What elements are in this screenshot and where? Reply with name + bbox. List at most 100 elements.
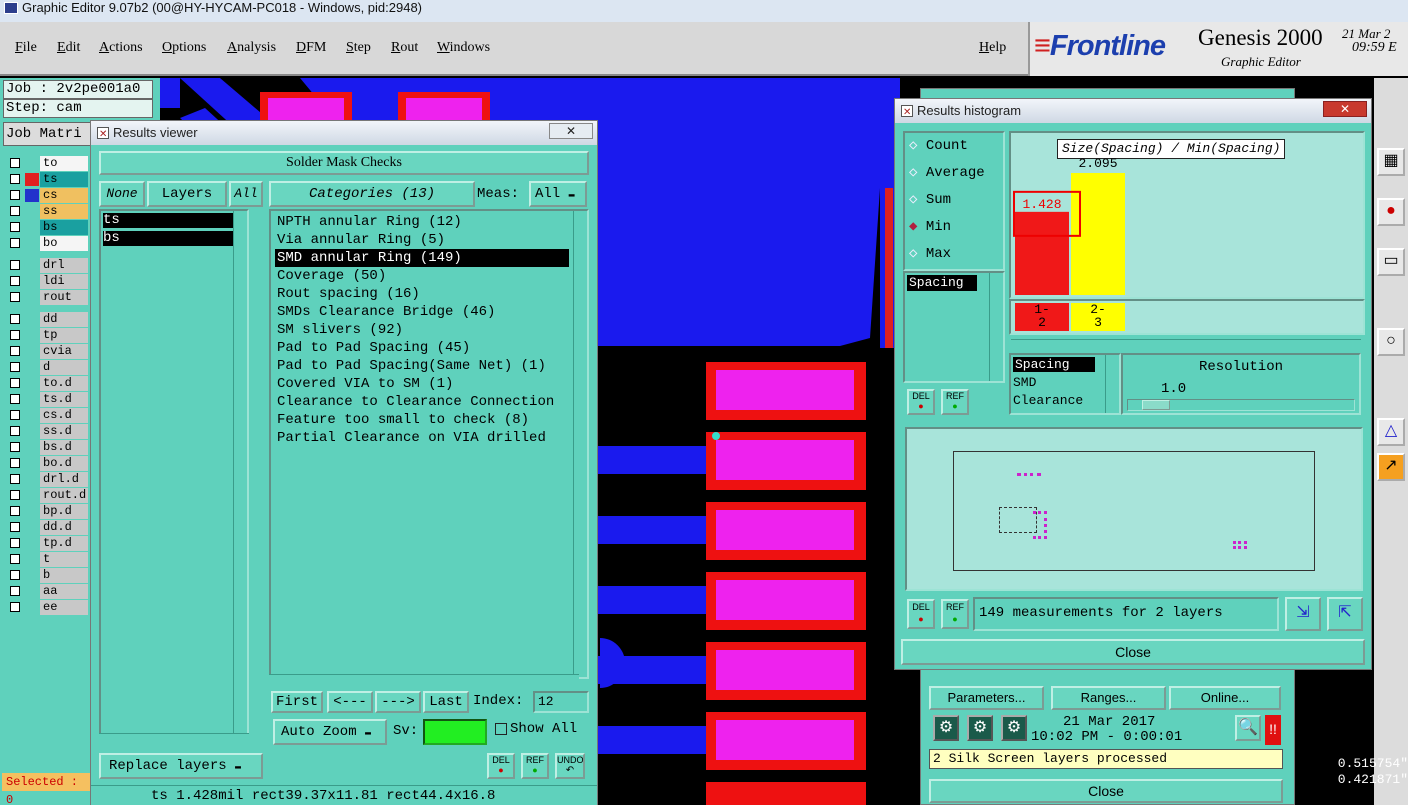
layer-name[interactable]: dd.d	[40, 520, 88, 535]
layer-row-drl[interactable]: drl	[8, 258, 88, 273]
layer-color-swatch[interactable]	[25, 505, 39, 518]
zoom-icon[interactable]: 🔍	[1235, 715, 1261, 741]
all-button[interactable]: All	[229, 181, 263, 207]
prev-button[interactable]: <---	[327, 691, 373, 713]
layer-color-swatch[interactable]	[25, 601, 39, 614]
layer-color-swatch[interactable]	[25, 473, 39, 486]
layer-name[interactable]: aa	[40, 584, 88, 599]
categories-list[interactable]: NPTH annular Ring (12) Via annular Ring (…	[269, 209, 589, 679]
layer-name[interactable]: tp	[40, 328, 88, 343]
menu-analysis[interactable]: Analysis	[227, 40, 276, 56]
layer-name[interactable]: ee	[40, 600, 88, 615]
layer-color-swatch[interactable]	[25, 377, 39, 390]
layer-name[interactable]: to.d	[40, 376, 88, 391]
type-item[interactable]: SMD	[1013, 375, 1036, 390]
layer-checkbox[interactable]	[10, 174, 20, 184]
layer-checkbox[interactable]	[10, 586, 20, 596]
tool-icon[interactable]: ↗	[1377, 453, 1405, 481]
viewer-layer-item[interactable]: bs	[103, 231, 243, 246]
next-button[interactable]: --->	[375, 691, 421, 713]
export-icon[interactable]: ⇲	[1285, 597, 1321, 631]
layer-row-bs[interactable]: bs	[8, 220, 88, 235]
layer-color-swatch[interactable]	[25, 585, 39, 598]
replace-layers-dropdown[interactable]: Replace layers ▬	[99, 753, 263, 779]
layer-checkbox[interactable]	[10, 330, 20, 340]
categories-button[interactable]: Categories (13)	[269, 181, 475, 207]
preview-del-button[interactable]: DEL ●	[907, 599, 935, 629]
type-item[interactable]: Clearance	[1013, 393, 1083, 408]
layer-row-drl-d[interactable]: drl.d	[8, 472, 88, 487]
layer-row-to[interactable]: to	[8, 156, 88, 171]
preview-ref-button[interactable]: REF ●	[941, 599, 969, 629]
radio-average[interactable]: ◇ Average	[909, 164, 985, 181]
tool-icon[interactable]: ●	[1377, 198, 1405, 226]
first-button[interactable]: First	[271, 691, 323, 713]
layer-checkbox[interactable]	[10, 206, 20, 216]
menu-dfm[interactable]: DFM	[296, 40, 326, 56]
layer-color-swatch[interactable]	[25, 275, 39, 288]
hist-del-button[interactable]: DEL ●	[907, 389, 935, 415]
layer-color-swatch[interactable]	[25, 457, 39, 470]
layer-row-bp-d[interactable]: bp.d	[8, 504, 88, 519]
layer-row-dd[interactable]: dd	[8, 312, 88, 327]
layer-name[interactable]: bo	[40, 236, 88, 251]
menu-options[interactable]: Options	[162, 40, 206, 56]
layer-row-to-d[interactable]: to.d	[8, 376, 88, 391]
layer-row-rout[interactable]: rout	[8, 290, 88, 305]
layer-color-swatch[interactable]	[25, 425, 39, 438]
layer-name[interactable]: ts	[40, 172, 88, 187]
category-item[interactable]: SM slivers (92)	[277, 321, 403, 339]
layer-row-rout-d[interactable]: rout.d	[8, 488, 88, 503]
category-item[interactable]: Coverage (50)	[277, 267, 386, 285]
menu-help[interactable]: Help	[979, 40, 1006, 56]
category-item[interactable]: NPTH annular Ring (12)	[277, 213, 462, 231]
chart-hscroll[interactable]	[1011, 339, 1361, 351]
type-list-scrollbar[interactable]	[1105, 355, 1119, 413]
layer-list-hscroll[interactable]	[99, 733, 249, 745]
layer-name[interactable]: cs.d	[40, 408, 88, 423]
layer-name[interactable]: ldi	[40, 274, 88, 289]
layer-checkbox[interactable]	[10, 602, 20, 612]
close-icon[interactable]: ✕	[549, 123, 593, 139]
ref-button[interactable]: REF ●	[521, 753, 549, 779]
measure-list-scrollbar[interactable]	[989, 273, 1003, 381]
hist-ref-button[interactable]: REF ●	[941, 389, 969, 415]
layer-row-aa[interactable]: aa	[8, 584, 88, 599]
menu-windows[interactable]: Windows	[437, 40, 490, 56]
layer-name[interactable]: rout	[40, 290, 88, 305]
radio-max[interactable]: ◇ Max	[909, 245, 951, 262]
layers-button[interactable]: Layers	[147, 181, 227, 207]
layer-checkbox[interactable]	[10, 554, 20, 564]
layer-row-ldi[interactable]: ldi	[8, 274, 88, 289]
layer-row-tp-d[interactable]: tp.d	[8, 536, 88, 551]
layer-name[interactable]: rout.d	[40, 488, 88, 503]
layer-row-bo-d[interactable]: bo.d	[8, 456, 88, 471]
layer-row-ss-d[interactable]: ss.d	[8, 424, 88, 439]
category-item[interactable]: Feature too small to check (8)	[277, 411, 529, 429]
layer-color-swatch[interactable]	[25, 441, 39, 454]
layer-checkbox[interactable]	[10, 410, 20, 420]
layer-row-ss[interactable]: ss	[8, 204, 88, 219]
back-close-button[interactable]: Close	[929, 779, 1283, 803]
layer-checkbox[interactable]	[10, 362, 20, 372]
layer-color-swatch[interactable]	[25, 221, 39, 234]
layer-color-swatch[interactable]	[25, 291, 39, 304]
layer-color-swatch[interactable]	[25, 345, 39, 358]
layer-list-scrollbar[interactable]	[233, 211, 247, 737]
run-icon[interactable]: ⚙	[967, 715, 993, 741]
layer-checkbox[interactable]	[10, 276, 20, 286]
layer-checkbox[interactable]	[10, 538, 20, 548]
bin-label[interactable]: 2- 3	[1071, 303, 1125, 331]
layer-color-swatch[interactable]	[25, 361, 39, 374]
auto-zoom-dropdown[interactable]: Auto Zoom ▬	[273, 719, 387, 745]
type-item[interactable]: Spacing	[1013, 357, 1095, 372]
menu-edit[interactable]: Edit	[57, 40, 80, 56]
layer-name[interactable]: drl	[40, 258, 88, 273]
layer-name[interactable]: ts.d	[40, 392, 88, 407]
tool-icon[interactable]: △	[1377, 418, 1405, 446]
tool-icon[interactable]: ▦	[1377, 148, 1405, 176]
category-item[interactable]: Pad to Pad Spacing (45)	[277, 339, 470, 357]
none-button[interactable]: None	[99, 181, 145, 207]
layer-color-swatch[interactable]	[25, 329, 39, 342]
layer-row-ts[interactable]: ts	[8, 172, 88, 187]
